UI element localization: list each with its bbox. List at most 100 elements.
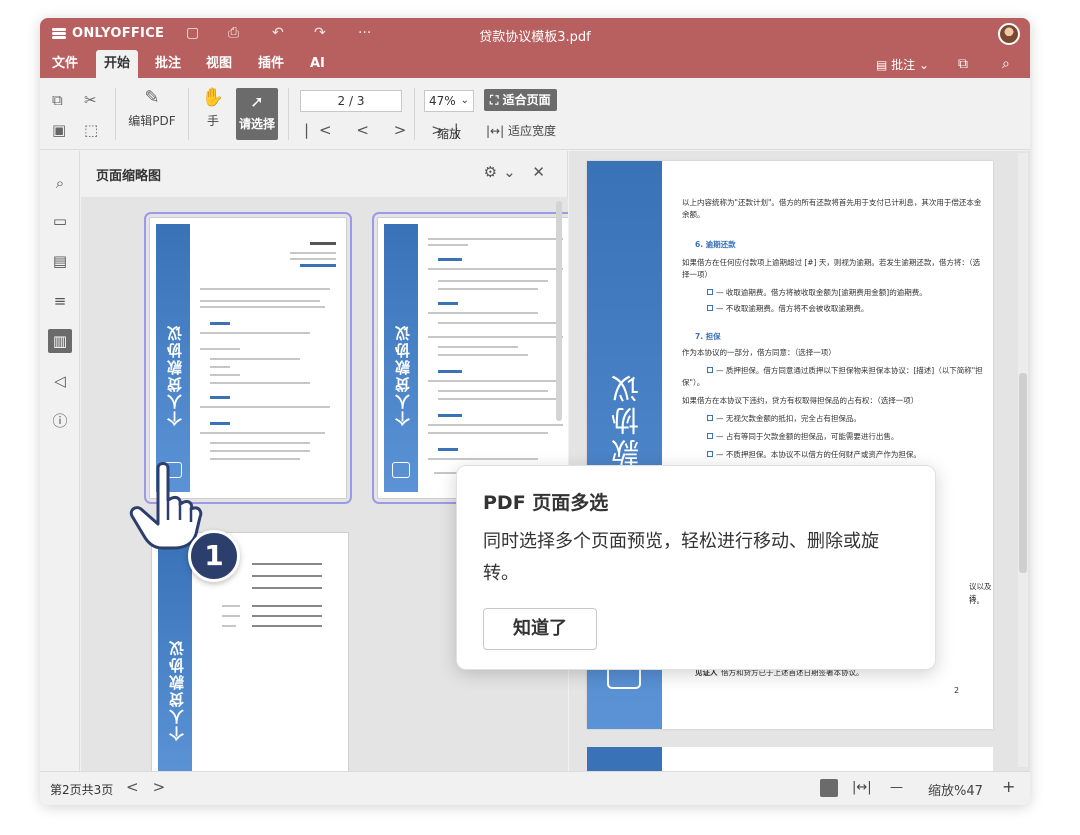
doc-checkbox-item: — 不质押担保。本协议不以借方的任何财产或资产作为担保。 [707,449,921,461]
cut-icon[interactable]: ✂ [84,90,97,110]
search-icon[interactable]: ⌕ [1002,56,1010,72]
checkbox-icon[interactable] [707,367,713,373]
doc-paragraph: 余额。 [682,210,705,219]
tab-home[interactable]: 开始 [96,50,139,78]
checkbox-icon[interactable] [707,305,713,311]
copy-icon[interactable]: ⧉ [52,90,63,110]
previous-page-icon[interactable]: < [126,778,153,796]
thumb-text-line [438,370,462,373]
zoom-value: 47% [429,94,456,108]
left-sidebar: ⌕ ▭ ▤ ≡ ▥ ◁ ⓘ [40,151,80,771]
hand-tool-label: 手 [206,114,219,128]
zoom-select[interactable]: 47% ⌄ [424,90,474,112]
thumb-text-line [222,625,236,627]
tab-comment[interactable]: 批注 [147,50,189,78]
page-thumbnail-3[interactable]: 个人贷款协议 [151,532,349,771]
page-thumbnail-2[interactable]: 个人贷款协议 [372,212,568,504]
checkbox-icon[interactable] [707,451,713,457]
panel-controls: ⚙⌄ ✕ [484,163,551,181]
thumb-signature-line [252,587,322,589]
thumb-text-line [200,300,320,302]
title-bar: ONLYOFFICE ▢ ⎙ ↶ ↷ ··· 贷款协议模板3.pdf [40,18,1030,50]
tab-ai[interactable]: AI [302,50,333,78]
tab-plugins[interactable]: 插件 [250,50,292,78]
thumb-text-line [210,382,310,384]
checkbox-icon[interactable] [707,289,713,295]
comments-icon[interactable]: ▭ [48,209,72,233]
page-thumbnails-icon[interactable]: ▥ [48,329,72,353]
page-number-input[interactable]: 2 / 3 [300,90,402,112]
toolbar-divider [288,88,289,140]
thumb-text-line [438,288,538,290]
chat-icon[interactable]: ▤ [48,249,72,273]
headings-icon[interactable]: ≡ [48,289,72,313]
thumb-text-line [428,424,563,426]
comment-icon: ▤ [876,58,892,72]
thumb-text-line [428,380,558,382]
settings-icon[interactable]: ⚙⌄ [484,163,522,181]
page-thumbnail-1[interactable]: 个人贷款协议 [144,212,352,504]
thumb-text-line [210,358,300,360]
zoom-in-button[interactable]: + [1002,777,1015,796]
document-scrollbar[interactable] [1018,153,1028,767]
doc-heading: 6. 逾期还款 [695,240,736,249]
zoom-out-button[interactable]: — [890,780,903,795]
doc-checkbox-label: — 不收取逾期费。借方将不会被收取逾期费。 [716,304,869,313]
about-icon[interactable]: ⓘ [48,409,72,433]
thumb-text-line [222,615,240,617]
tab-view[interactable]: 视图 [198,50,240,78]
thumb-text-line [438,258,462,261]
thumb-cover-strip: 个人贷款协议 [156,224,190,492]
doc-paragraph: 如果借方在本协议下违约，贷方有权取得担保品的占有权：（选择一项） [682,396,919,405]
scrollbar-thumb[interactable] [1019,373,1027,573]
comment-menu-button[interactable]: ▤ 批注 ⌄ [876,56,929,73]
checkbox-icon[interactable] [707,415,713,421]
thumb-text-line [428,312,538,314]
thumbnails-scrollbar[interactable] [556,201,562,421]
select-all-icon[interactable]: ⬚ [84,120,98,140]
fit-page-button[interactable]: ⛶ 适合页面 [484,89,557,111]
popup-title: PDF 页面多选 [483,492,609,514]
fit-page-icon: ⛶ [490,93,503,107]
doc-text-fragment: 行。 [969,596,984,605]
thumb-strip-text: 个人贷款协议 [166,324,184,426]
comment-menu-label: 批注 [891,58,916,72]
thumb-signature-line [252,605,322,607]
doc-checkbox-item: — 不收取逾期费。借方将不会被收取逾期费。 [707,303,868,315]
open-location-icon[interactable]: ⧉ [958,56,968,72]
thumb-text-line [210,442,310,444]
thumb-signature-line [252,615,322,617]
first-page-icon[interactable]: |< [304,121,342,139]
app-window: ONLYOFFICE ▢ ⎙ ↶ ↷ ··· 贷款协议模板3.pdf 文件 开始… [40,18,1030,805]
user-avatar[interactable] [998,23,1020,45]
close-icon[interactable]: ✕ [532,163,551,181]
select-tool-button[interactable]: ➚ 请选择 [236,88,278,140]
feedback-icon[interactable]: ◁ [48,369,72,393]
thumb-text-line [200,432,325,434]
thumb-text-line [428,432,548,434]
paste-icon[interactable]: ▣ [52,120,66,140]
previous-page-icon[interactable]: < [356,121,379,139]
fit-width-button[interactable]: |↔| 适应宽度 [486,122,556,139]
thumb-cover-strip: 个人贷款协议 [158,539,192,771]
next-page-icon[interactable]: > [394,121,417,139]
tab-file[interactable]: 文件 [44,50,86,78]
thumb-text-line [290,258,336,260]
got-it-button[interactable]: 知道了 [483,608,597,650]
fit-width-label: 适应宽度 [507,124,556,138]
thumb-text-line [438,302,458,305]
fit-width-icon[interactable]: |↔| [852,780,872,795]
doc-checkbox-label: — 不质押担保。本协议不以借方的任何财产或资产作为担保。 [716,450,921,459]
checkbox-icon[interactable] [707,433,713,439]
search-icon[interactable]: ⌕ [48,171,72,195]
edit-pdf-button[interactable]: ✎ 编辑PDF [126,88,178,129]
thumb-text-line [210,366,230,368]
hand-tool-button[interactable]: ✋ 手 [198,88,228,129]
fit-page-icon[interactable] [820,779,838,797]
zoom-label: 缩放 [437,127,462,141]
thumb-signature-line [252,575,322,577]
page-number: 2 [954,686,960,695]
cursor-arrow-icon: ➚ [250,92,264,111]
thumb-text-line [428,244,468,246]
next-page-icon[interactable]: > [153,778,180,796]
